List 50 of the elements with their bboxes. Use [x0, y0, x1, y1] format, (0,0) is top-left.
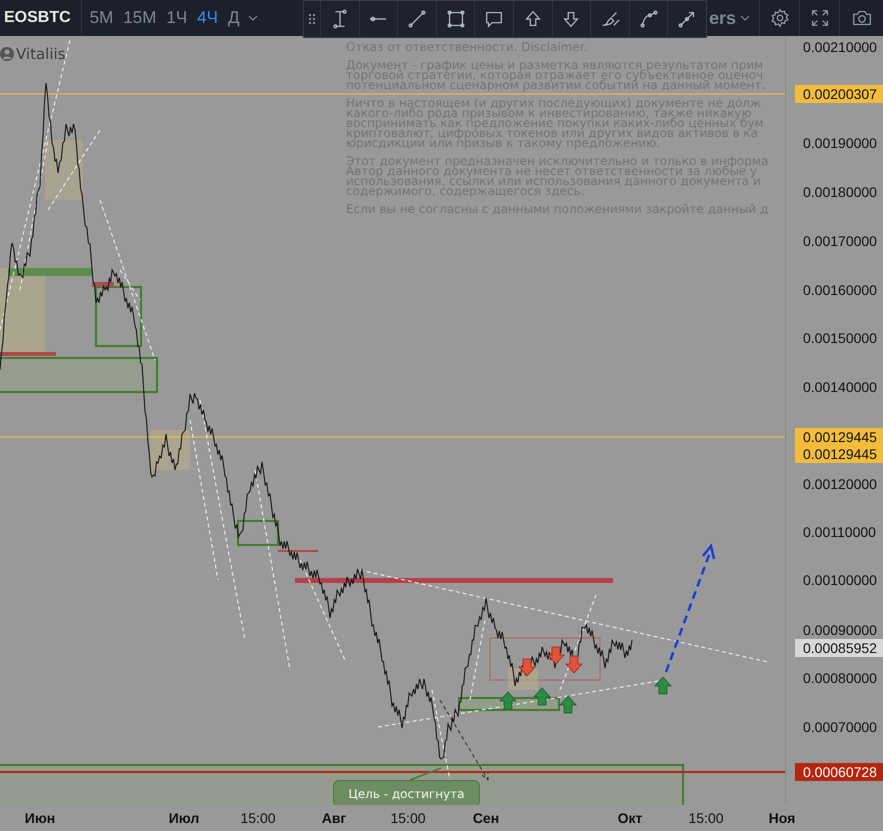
up-arrow [533, 687, 551, 706]
menu-label[interactable]: ers [708, 8, 736, 28]
horizontal-line-icon [369, 16, 388, 22]
down-arrow [565, 656, 583, 674]
time-label: Окт [618, 810, 642, 826]
interval-button[interactable]: Д [222, 3, 244, 33]
price-tick: 0.00120000 [803, 476, 877, 492]
price-tick: 0.00140000 [803, 379, 877, 395]
price-marker: 0.00060728 [795, 763, 883, 781]
time-label: 15:00 [390, 810, 426, 826]
up-arrow [559, 695, 577, 714]
time-label: Сен [472, 810, 500, 826]
down-arrow [547, 646, 565, 665]
up-arrow [499, 691, 517, 710]
time-label: Авг [322, 810, 346, 826]
time-label: 15:00 [240, 810, 276, 826]
rectangle-icon [444, 8, 467, 30]
zone [150, 430, 190, 470]
price-tick: 0.00190000 [803, 135, 877, 151]
zone [45, 140, 83, 200]
price-tick: 0.00110000 [803, 524, 876, 540]
time-label: 15:00 [688, 810, 724, 826]
interval-button[interactable]: 1Ч [161, 3, 192, 33]
down-arrow [518, 658, 536, 677]
target-callout: Цель - достигнута [333, 780, 480, 805]
interval-button[interactable]: 4Ч [192, 3, 223, 33]
up-arrow [654, 676, 672, 694]
price-marker: 0.00200307 [795, 85, 883, 103]
price-tick: 0.00100000 [803, 572, 877, 588]
path-icon [638, 8, 660, 30]
price-tick: 0.00150000 [803, 330, 877, 346]
price-marker: 0.00129445 [795, 445, 883, 463]
price-tick: 0.00080000 [803, 670, 877, 686]
price-marker: 0.00129445 [795, 428, 883, 446]
price-tick: 0.00180000 [803, 184, 877, 200]
time-label: Июл [168, 810, 200, 826]
price-tick: 0.00070000 [803, 719, 877, 735]
price-tick: 0.00160000 [803, 282, 877, 298]
zone [237, 520, 279, 546]
leader-line [410, 767, 442, 781]
author-name[interactable]: Vitaliis [16, 45, 66, 63]
price-marker: 0.00085952 [795, 639, 883, 657]
price-tick: 0.00210000 [803, 39, 877, 55]
interval-button[interactable]: 15M [118, 3, 162, 33]
time-label: Ноя [768, 810, 796, 826]
price-tick: 0.00090000 [803, 622, 877, 638]
time-label: Июн [24, 810, 56, 826]
trend-line-icon [406, 8, 428, 30]
interval-button[interactable]: 5M [84, 3, 118, 33]
price-tick: 0.00170000 [803, 233, 877, 249]
